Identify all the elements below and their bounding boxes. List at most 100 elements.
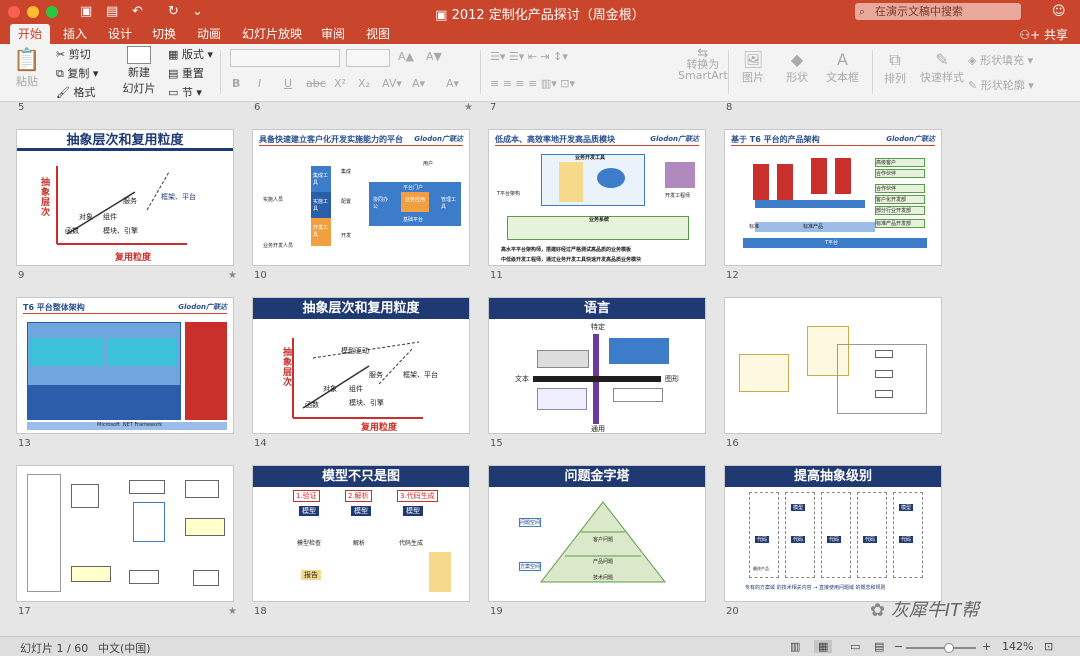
zoom-level[interactable]: 142% xyxy=(1002,640,1033,653)
bold-button[interactable]: B xyxy=(232,77,240,90)
slide-title: 低成本、高效率地开发高品质模块 xyxy=(495,135,615,144)
slide-number: 6 xyxy=(254,102,261,113)
slideshow-view-icon[interactable]: ▤ xyxy=(874,640,884,653)
strikethrough-button[interactable]: abc xyxy=(306,77,326,90)
slide-thumbnail[interactable]: 低成本、高效率地开发高品质模块 Glodon广联达 业务开发工具 业务系统 T平… xyxy=(488,129,706,266)
slide-thumbnail[interactable]: 具备快速建立客户化开发实施能力的平台 Glodon广联达 集成工具 实施工具 开… xyxy=(252,129,470,266)
slide-thumbnail[interactable]: T6 平台整体架构 Glodon广联达 Microsoft .NET Frame… xyxy=(16,297,234,434)
zoom-slider-thumb[interactable] xyxy=(944,643,954,653)
slide-thumbnail[interactable]: 基于 T6 平台的产品架构 Glodon广联达 标准产品 标准 T平台 高级客户… xyxy=(724,129,942,266)
block xyxy=(27,474,61,592)
step-label: 1.验证 xyxy=(293,490,320,502)
search-input[interactable]: ⌕ 在演示文稿中搜索 xyxy=(855,3,1021,20)
fit-window-icon[interactable]: ⊡ xyxy=(1044,640,1053,653)
label: 代码 xyxy=(755,536,770,543)
copy-icon: ⧉ xyxy=(56,67,64,80)
slide-thumbnail[interactable]: 抽象层次和复用粒度 抽象层次 复用粒度 函数 对象 组件 服务 框架、平台 模块… xyxy=(252,297,470,434)
slide-thumbnail[interactable]: 语言 特定 通用 文本 图形 xyxy=(488,297,706,434)
tab-slideshow[interactable]: 幻灯片放映 xyxy=(234,24,310,44)
slide-sorter-view-icon[interactable]: ▦ xyxy=(814,640,833,653)
shape-fill-button[interactable]: ◈ 形状填充 ▾ xyxy=(968,52,1033,68)
star-icon: ★ xyxy=(464,102,473,113)
format-painter-button[interactable]: 🖌 格式 xyxy=(56,84,95,100)
label: T平台架构 xyxy=(497,191,521,197)
text-effects-button[interactable]: A▾ xyxy=(446,77,459,90)
zoom-slider[interactable] xyxy=(906,643,976,653)
slide-thumbnail[interactable]: 模型不只是图 1.验证 2.解析 3.代码生成 模型 模型 模型 模型检查 解析… xyxy=(252,465,470,602)
section-button[interactable]: ▭ 节 ▾ xyxy=(168,84,202,100)
tab-view[interactable]: 视图 xyxy=(358,24,398,44)
superscript-button[interactable]: X² xyxy=(334,77,346,90)
align-icon[interactable]: ≡ ≡ ≡ ≡ ▥▾ ⊡▾ xyxy=(490,77,575,90)
underline-button[interactable]: U xyxy=(284,77,292,90)
slide-thumbnail[interactable] xyxy=(16,465,234,602)
title-rule xyxy=(259,145,463,146)
font-color-button[interactable]: A▾ xyxy=(412,77,425,90)
copy-button[interactable]: ⧉ 复制 ▾ xyxy=(56,65,98,81)
shape-outline-button[interactable]: ✎ 形状轮廓 ▾ xyxy=(968,77,1034,93)
vertical-scrollbar[interactable] xyxy=(1072,102,1078,636)
label: 框架、平台 xyxy=(403,371,438,379)
share-button[interactable]: ⚇+ 共享 xyxy=(1019,26,1068,43)
label: 方案空间 xyxy=(519,562,542,571)
slide-number: 18 xyxy=(254,606,267,617)
paste-button[interactable]: 📋 粘贴 xyxy=(12,48,42,89)
watermark: ✿ 灰犀牛IT帮 xyxy=(870,600,980,621)
bullets-icon[interactable]: ☰▾ ☰▾ ⇤ ⇥ ↕▾ xyxy=(490,50,568,63)
reading-view-icon[interactable]: ▭ xyxy=(850,640,860,653)
star-icon: ★ xyxy=(228,606,237,617)
char-spacing-button[interactable]: AV▾ xyxy=(382,77,402,90)
logo: Glodon广联达 xyxy=(886,135,935,143)
horizontal-axis xyxy=(533,376,661,382)
smiley-icon[interactable]: ☺ xyxy=(1052,4,1066,19)
slide-thumbnail[interactable]: 提高抽象级别 模型 模型 代码 代码 代码 代码 代码 最终产品 专有的方案域 … xyxy=(724,465,942,602)
layout-button[interactable]: ▦ 版式 ▾ xyxy=(168,46,213,62)
language-indicator[interactable]: 中文(中国) xyxy=(98,640,151,656)
shape-button[interactable]: ◆ 形状 xyxy=(786,50,808,85)
reset-icon: ▤ xyxy=(168,67,179,80)
new-slide-button[interactable]: 新建 幻灯片 xyxy=(120,46,158,96)
slide-thumbnail[interactable]: 问题金字塔 问题空间 方案空间 客户问题 产品问题 技术问题 xyxy=(488,465,706,602)
quick-style-button[interactable]: ✎ 快速样式 xyxy=(920,50,964,85)
arrange-button[interactable]: ⧉ 排列 xyxy=(884,50,906,86)
italic-button[interactable]: I xyxy=(258,77,261,90)
tab-home[interactable]: 开始 xyxy=(10,24,51,44)
block xyxy=(107,338,177,366)
shrink-font-icon[interactable]: A▼ xyxy=(426,50,442,63)
divider xyxy=(872,50,873,94)
font-name-select[interactable] xyxy=(230,49,340,67)
slide-number: 20 xyxy=(726,606,739,617)
picture-button[interactable]: 🖼 图片 xyxy=(742,50,764,85)
logo: Glodon广联达 xyxy=(178,303,227,311)
reset-button[interactable]: ▤ 重置 xyxy=(168,65,204,81)
slide-number: 13 xyxy=(18,438,31,449)
tab-transitions[interactable]: 切换 xyxy=(144,24,184,44)
grow-font-icon[interactable]: A▲ xyxy=(398,50,414,63)
block xyxy=(835,158,851,194)
slide-thumbnail[interactable] xyxy=(724,297,942,434)
zoom-in-button[interactable]: + xyxy=(982,640,991,653)
block xyxy=(613,388,663,402)
new-slide-icon xyxy=(127,46,151,64)
slide-sorter[interactable]: 5 6 ★ 7 8 抽象层次和复用粒度 抽象层次 复用粒度 函数 对象 组件 服… xyxy=(0,102,1080,636)
slide-number: 14 xyxy=(254,438,267,449)
tab-design[interactable]: 设计 xyxy=(100,24,140,44)
slide-number: 10 xyxy=(254,270,267,281)
bullet-text: 高水平平台架构师，搭建好经过严格测试高品质的业务模板 xyxy=(501,247,632,253)
slide-number: 5 xyxy=(18,102,25,113)
subscript-button[interactable]: X₂ xyxy=(358,77,370,90)
convert-smartart-button[interactable]: ⇆ 转换为 SmartArt xyxy=(678,47,728,81)
label: 组件 xyxy=(349,385,363,393)
slide-number: 11 xyxy=(490,270,503,281)
slide-thumbnail[interactable]: 抽象层次和复用粒度 抽象层次 复用粒度 函数 对象 组件 服务 框架、平台 模块… xyxy=(16,129,234,266)
block xyxy=(665,162,695,188)
normal-view-icon[interactable]: ▥ xyxy=(790,640,800,653)
cut-button[interactable]: ✂ 剪切 xyxy=(56,46,91,62)
textbox-button[interactable]: A 文本框 xyxy=(826,50,859,85)
zoom-out-button[interactable]: − xyxy=(894,640,903,653)
label: 开发工具 xyxy=(313,225,329,238)
tab-review[interactable]: 审阅 xyxy=(313,24,353,44)
tab-animations[interactable]: 动画 xyxy=(189,24,229,44)
tab-insert[interactable]: 插入 xyxy=(55,24,95,44)
font-size-select[interactable] xyxy=(346,49,390,67)
